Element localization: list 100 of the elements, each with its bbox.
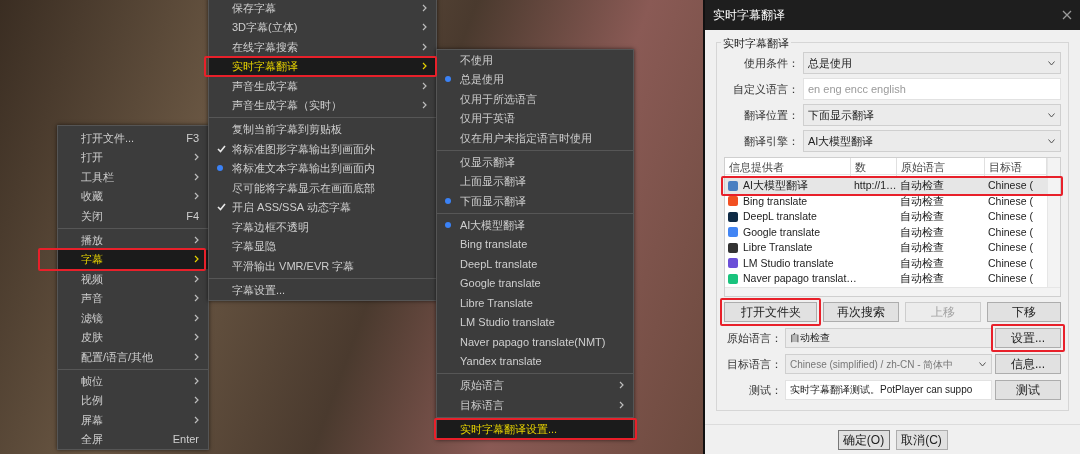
menu-item[interactable]: 字幕设置... (209, 280, 436, 300)
menu-item[interactable]: 仅在用户未指定语言时使用 (437, 128, 633, 148)
table-cell-text: Chinese ( (987, 209, 1034, 224)
column-header: 数 (851, 158, 897, 178)
menu-item[interactable]: 将标准文本字幕输出到画面内 (209, 158, 436, 178)
list-row[interactable]: DeepL translate 自动检查 Chinese ( (725, 209, 1047, 225)
menu-item[interactable]: 比例 (58, 390, 208, 410)
horizontal-scrollbar[interactable] (725, 286, 1060, 296)
table-cell-text: Libre Translate (742, 240, 814, 255)
button[interactable]: 再次搜索 (823, 302, 899, 322)
column-header: 信息提供者 (725, 158, 851, 178)
menu-item[interactable]: 原始语言 (437, 375, 633, 395)
menu-item[interactable]: 上面显示翻译 (437, 171, 633, 191)
menu-item[interactable]: 视频 (58, 269, 208, 289)
menu-item[interactable]: 开启 ASS/SSA 动态字幕 (209, 197, 436, 217)
menu-item[interactable]: 滤镜 (58, 308, 208, 328)
menu-item[interactable]: DeepL translate (437, 254, 633, 274)
menu-item[interactable]: 收藏 (58, 186, 208, 206)
menu-item[interactable]: Libre Translate (437, 293, 633, 313)
menu-item[interactable]: 播放 (58, 230, 208, 250)
menu-item[interactable]: 声音生成字幕（实时） (209, 95, 436, 115)
dropdown[interactable]: 下面显示翻译 (803, 104, 1061, 126)
button[interactable]: 取消(C) (895, 429, 948, 450)
table-cell-text: DeepL translate (742, 209, 818, 224)
table-cell-text: AI大模型翻译 (742, 178, 809, 193)
table-cell-text: Google translate (742, 224, 822, 240)
menu-item[interactable]: Google translate (437, 273, 633, 293)
field-label: 目标语言： (726, 356, 782, 372)
button[interactable]: 打开文件夹 (724, 302, 817, 322)
chevron-down-icon (979, 361, 986, 367)
menu-item[interactable]: 实时字幕翻译设置... (437, 419, 633, 439)
chevron-down-icon (1048, 138, 1055, 144)
table-cell-text: Bing translate (742, 193, 809, 209)
close-icon[interactable] (1062, 10, 1072, 20)
menu-item[interactable]: 在线字幕搜索 (209, 37, 436, 57)
menu-item[interactable]: 平滑输出 VMR/EVR 字幕 (209, 256, 436, 276)
button[interactable]: 测试 (995, 380, 1061, 400)
input-field[interactable]: 实时字幕翻译测试。PotPlayer can suppo (785, 380, 992, 400)
menu-item[interactable]: 仅显示翻译 (437, 152, 633, 172)
table-cell-text: Chinese ( (987, 178, 1034, 193)
table-cell-text: 自动检查 (899, 255, 945, 271)
menu-item[interactable]: 复制当前字幕到剪贴板 (209, 119, 436, 139)
menu-item[interactable]: 打开文件... F3 (58, 128, 208, 148)
chevron-down-icon (1048, 112, 1055, 118)
menu-item[interactable]: 总是使用 (437, 69, 633, 89)
table-cell-text: 自动检查 (899, 178, 945, 193)
menu-item[interactable]: 不使用 (437, 50, 633, 70)
menu-item[interactable]: Yandex translate (437, 351, 633, 371)
menu-item[interactable]: 帧位 (58, 371, 208, 391)
menu-item[interactable]: 仅用于所选语言 (437, 89, 633, 109)
menu-item[interactable]: 打开 (58, 147, 208, 167)
input-field[interactable]: 自动检查 (785, 328, 992, 348)
menu-item[interactable]: 屏幕 (58, 410, 208, 430)
table-cell-text: 自动检查 (899, 209, 945, 224)
list-row[interactable]: Google translate 自动检查 Chinese ( (725, 224, 1047, 240)
menu-item[interactable]: AI大模型翻译 (437, 215, 633, 235)
menu-item[interactable]: Bing translate (437, 234, 633, 254)
menu-item[interactable]: 工具栏 (58, 167, 208, 187)
table-cell-text: Chinese ( (987, 240, 1034, 255)
menu-item[interactable]: 保存字幕 (209, 0, 436, 18)
menu-item[interactable]: 配置/语言/其他 (58, 347, 208, 367)
menu-item[interactable]: 将标准图形字幕输出到画面外 (209, 139, 436, 159)
list-row[interactable]: Bing translate 自动检查 Chinese ( (725, 193, 1047, 209)
menu-item[interactable]: 尽可能将字幕显示在画面底部 (209, 178, 436, 198)
list-row[interactable]: Naver papago translat… 自动检查 Chinese ( (725, 271, 1047, 287)
menu-item[interactable]: 仅用于英语 (437, 108, 633, 128)
menu-item[interactable]: 3D字幕(立体) (209, 17, 436, 37)
menu-item[interactable]: LM Studio translate (437, 312, 633, 332)
table-cell-text: 自动检查 (899, 193, 945, 209)
list-row[interactable]: Libre Translate 自动检查 Chinese ( (725, 240, 1047, 256)
shortcut-text: Enter (172, 432, 199, 447)
menu-item[interactable]: 声音 (58, 288, 208, 308)
group-title: 实时字幕翻译 (721, 35, 791, 52)
button[interactable]: 下移 (987, 302, 1061, 322)
vertical-scrollbar[interactable] (1047, 158, 1060, 287)
shortcut-text: F4 (186, 208, 199, 224)
menu-item[interactable]: 全屏 Enter (58, 429, 208, 449)
table-cell-text: LM Studio translate (742, 255, 835, 271)
field-label: 翻译引擎： (743, 133, 799, 149)
menu-item[interactable]: Naver papago translate(NMT) (437, 332, 633, 352)
chevron-down-icon (1048, 60, 1055, 66)
list-row[interactable]: LM Studio translate 自动检查 Chinese ( (725, 255, 1047, 271)
menu-item[interactable]: 下面显示翻译 (437, 191, 633, 211)
table-cell-text: 自动检查 (899, 224, 945, 240)
table-cell-text: Chinese ( (987, 255, 1034, 271)
menu-item[interactable]: 关闭 F4 (58, 206, 208, 226)
menu-item[interactable]: 字幕边框不透明 (209, 217, 436, 237)
button[interactable]: 确定(O) (837, 429, 890, 450)
table-cell-text: http://1… (853, 178, 897, 193)
menu-item[interactable]: 字幕显隐 (209, 236, 436, 256)
list-row[interactable]: AI大模型翻译 http://1… 自动检查 Chinese ( (725, 178, 1047, 194)
menu-item[interactable]: 声音生成字幕 (209, 76, 436, 96)
menu-item[interactable]: 目标语言 (437, 395, 633, 415)
dropdown[interactable]: 总是使用 (803, 52, 1061, 74)
table-cell-text: Chinese ( (987, 193, 1034, 209)
input-field[interactable]: en eng encc english (803, 78, 1061, 100)
button[interactable]: 设置... (995, 328, 1061, 348)
menu-item[interactable]: 皮肤 (58, 327, 208, 347)
dropdown[interactable]: AI大模型翻译 (803, 130, 1061, 152)
field-label: 自定义语言： (732, 81, 799, 97)
